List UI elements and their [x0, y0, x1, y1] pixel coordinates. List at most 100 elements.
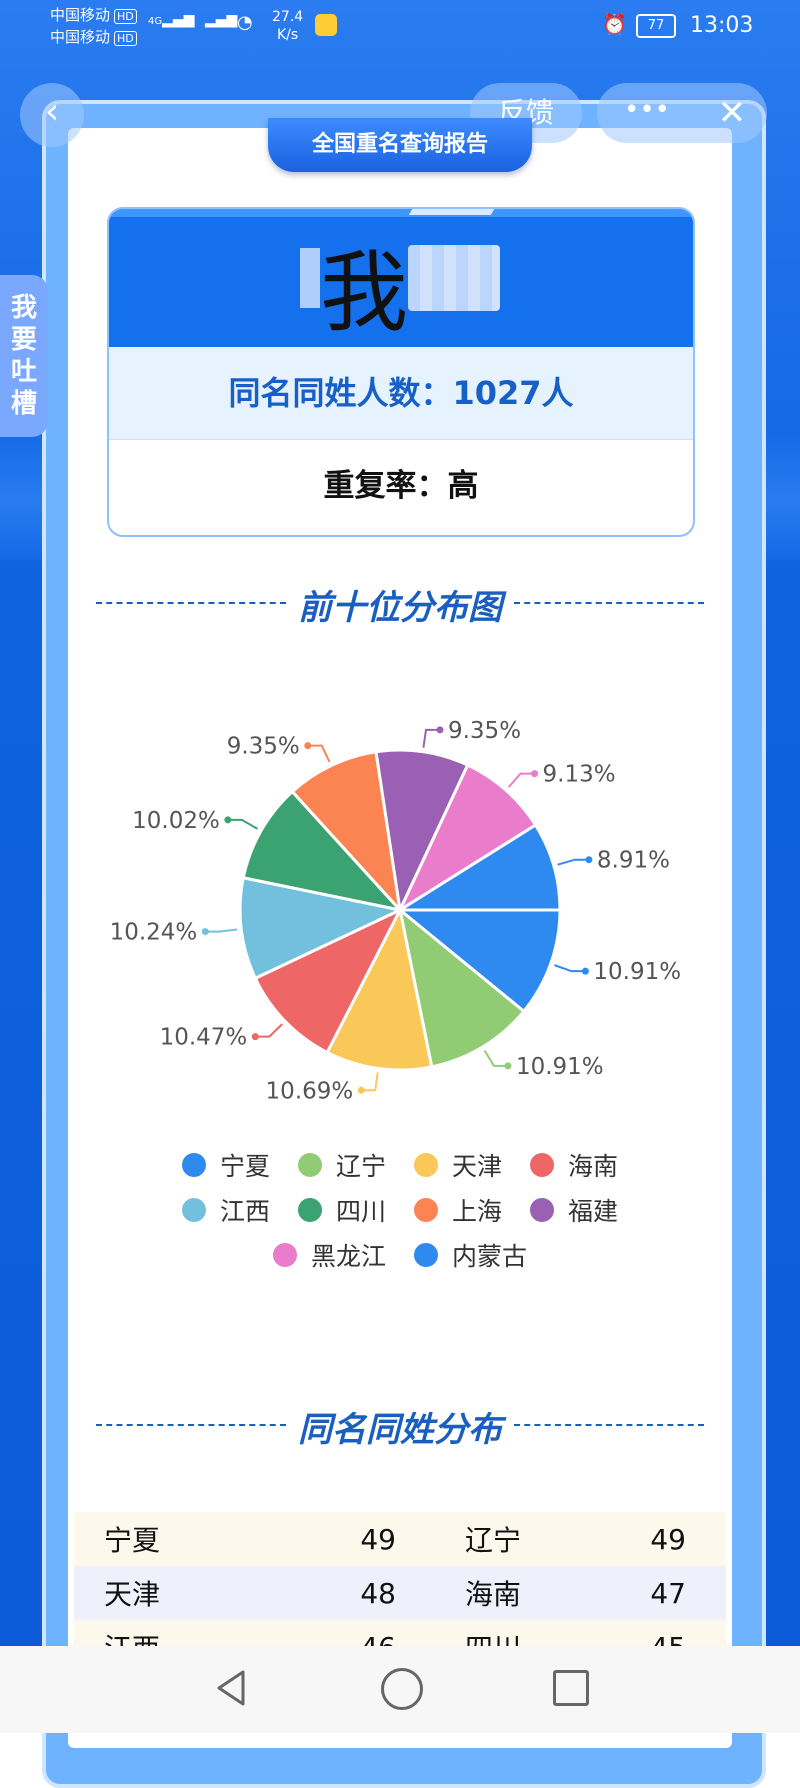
report-title-tab: 全国重名查询报告 [268, 118, 532, 172]
leader-dot-9 [585, 856, 593, 864]
leader-line-9 [557, 858, 589, 866]
legend-label: 内蒙古 [452, 1241, 528, 1271]
legend-row: 宁夏 辽宁 天津 海南 [68, 1142, 732, 1187]
legend-dot [272, 1242, 297, 1267]
slice-label-1: 10.91% [516, 1054, 604, 1080]
name-blur-mask [300, 248, 320, 308]
wifi-icon: ◔ [237, 12, 253, 33]
slice-label-0: 10.91% [593, 959, 681, 985]
legend-label: 辽宁 [335, 1151, 386, 1181]
legend-dot [530, 1197, 555, 1222]
leader-line-1 [483, 1049, 508, 1067]
carrier-1: 中国移动 HD [50, 6, 137, 24]
queried-name: 我 [320, 241, 409, 344]
legend-row: 江西 四川 上海 福建 [68, 1187, 732, 1232]
legend-label: 江西 [219, 1196, 270, 1226]
system-home-icon[interactable] [381, 1668, 423, 1710]
count-cell: 49 [360, 1522, 396, 1556]
leader-dot-3 [251, 1033, 259, 1041]
legend-row: 黑龙江 内蒙古 [68, 1232, 732, 1277]
legend-item[interactable]: 江西 [181, 1192, 270, 1228]
leader-dot-2 [357, 1086, 365, 1094]
legend-item[interactable]: 宁夏 [181, 1147, 270, 1183]
slice-label-4: 10.24% [110, 920, 198, 946]
slice-label-9: 8.91% [597, 848, 670, 874]
slice-label-7: 9.35% [448, 718, 521, 744]
leader-line-0 [554, 964, 586, 973]
province-cell: 辽宁 [465, 1524, 522, 1557]
leader-dot-4 [201, 928, 209, 936]
legend-item[interactable]: 海南 [530, 1147, 618, 1183]
system-navigation-bar [0, 1646, 800, 1733]
slice-label-8: 9.13% [543, 762, 616, 788]
slice-label-6: 9.35% [227, 734, 300, 760]
system-back-icon[interactable] [213, 1668, 253, 1708]
table-row: 宁夏 49 辽宁 49 [74, 1512, 726, 1566]
signal-icon: 4G▂▄▆ [148, 12, 195, 28]
leader-line-7 [422, 728, 440, 748]
leader-line-4 [205, 928, 238, 933]
leader-line-2 [361, 1072, 379, 1092]
section-header-distribution: 同名同姓分布 [96, 1400, 704, 1450]
legend-item[interactable]: 上海 [414, 1192, 502, 1228]
legend-label: 福建 [568, 1196, 619, 1226]
battery-icon: 77 [636, 14, 676, 38]
province-cell: 海南 [465, 1578, 522, 1611]
legend-item[interactable]: 辽宁 [297, 1147, 386, 1183]
name-blur-mask-2 [408, 245, 500, 311]
slice-label-5: 10.02% [132, 808, 220, 834]
legend-item[interactable]: 黑龙江 [272, 1237, 386, 1273]
pie-chart: 10.91% 10.91% 10.69% 10.47% 10.24% 10.02% 9.35… [110, 718, 682, 1104]
province-cell: 宁夏 [104, 1524, 161, 1557]
system-recents-icon[interactable] [553, 1670, 589, 1706]
legend-dot [297, 1152, 322, 1177]
back-button[interactable]: ‹ [20, 83, 84, 147]
status-bar: 中国移动 HD 中国移动 HD 4G▂▄▆ ▂▄▆ ◔ 27.4 K/s ⏰ 77 1… [0, 0, 800, 60]
legend-item[interactable]: 内蒙古 [414, 1237, 527, 1273]
legend-label: 上海 [452, 1196, 503, 1226]
section-title: 同名同姓分布 [298, 1410, 502, 1450]
count-cell: 49 [650, 1522, 686, 1556]
section-header-top10: 前十位分布图 [96, 578, 704, 628]
repeat-rate: 重复率：高 [323, 468, 479, 504]
legend-dot [414, 1197, 438, 1222]
count-cell: 47 [650, 1576, 686, 1610]
more-options-button[interactable]: ••• [597, 83, 697, 143]
legend-label: 天津 [452, 1151, 503, 1181]
legend-label: 海南 [568, 1151, 619, 1181]
chevron-left-icon: ‹ [44, 91, 60, 132]
network-speed: 27.4 K/s [272, 9, 304, 43]
legend-label: 宁夏 [219, 1151, 270, 1181]
leader-dot-7 [436, 726, 444, 734]
leader-line-8 [507, 772, 535, 788]
legend-dot [530, 1152, 555, 1177]
section-title: 前十位分布图 [298, 588, 502, 628]
leader-dot-5 [224, 816, 232, 824]
legend-dot [297, 1197, 322, 1222]
legend-item[interactable]: 福建 [530, 1192, 618, 1228]
slice-label-3: 10.47% [160, 1025, 248, 1051]
province-cell: 天津 [104, 1578, 161, 1611]
legend-item[interactable]: 天津 [414, 1147, 502, 1183]
legend-dot [181, 1197, 206, 1222]
legend-dot [414, 1242, 438, 1267]
close-button[interactable]: ✕ [697, 83, 767, 143]
leader-dot-8 [531, 770, 539, 778]
legend-dot [181, 1152, 206, 1177]
legend-label: 四川 [335, 1196, 386, 1226]
chart-legend: 宁夏 辽宁 天津 海南江西 四川 上海 福建黑龙江 内蒙古 [68, 1142, 732, 1277]
complain-tab[interactable]: 我 要 吐 槽 [0, 275, 48, 437]
alarm-icon: ⏰ [602, 12, 627, 36]
table-row: 天津 48 海南 47 [74, 1566, 726, 1620]
legend-item[interactable]: 四川 [297, 1192, 386, 1228]
count-cell: 48 [360, 1576, 396, 1610]
signal-icon-2: ▂▄▆ [205, 12, 238, 28]
leader-dot-0 [581, 967, 589, 975]
same-name-count: 同名同姓人数：1027人 [109, 347, 693, 440]
carrier-2: 中国移动 HD [50, 28, 137, 46]
leader-line-5 [227, 818, 258, 830]
slice-label-2: 10.69% [266, 1078, 354, 1104]
leader-line-3 [255, 1023, 283, 1038]
clock: 13:03 [690, 13, 754, 38]
legend-label: 黑龙江 [310, 1241, 386, 1271]
